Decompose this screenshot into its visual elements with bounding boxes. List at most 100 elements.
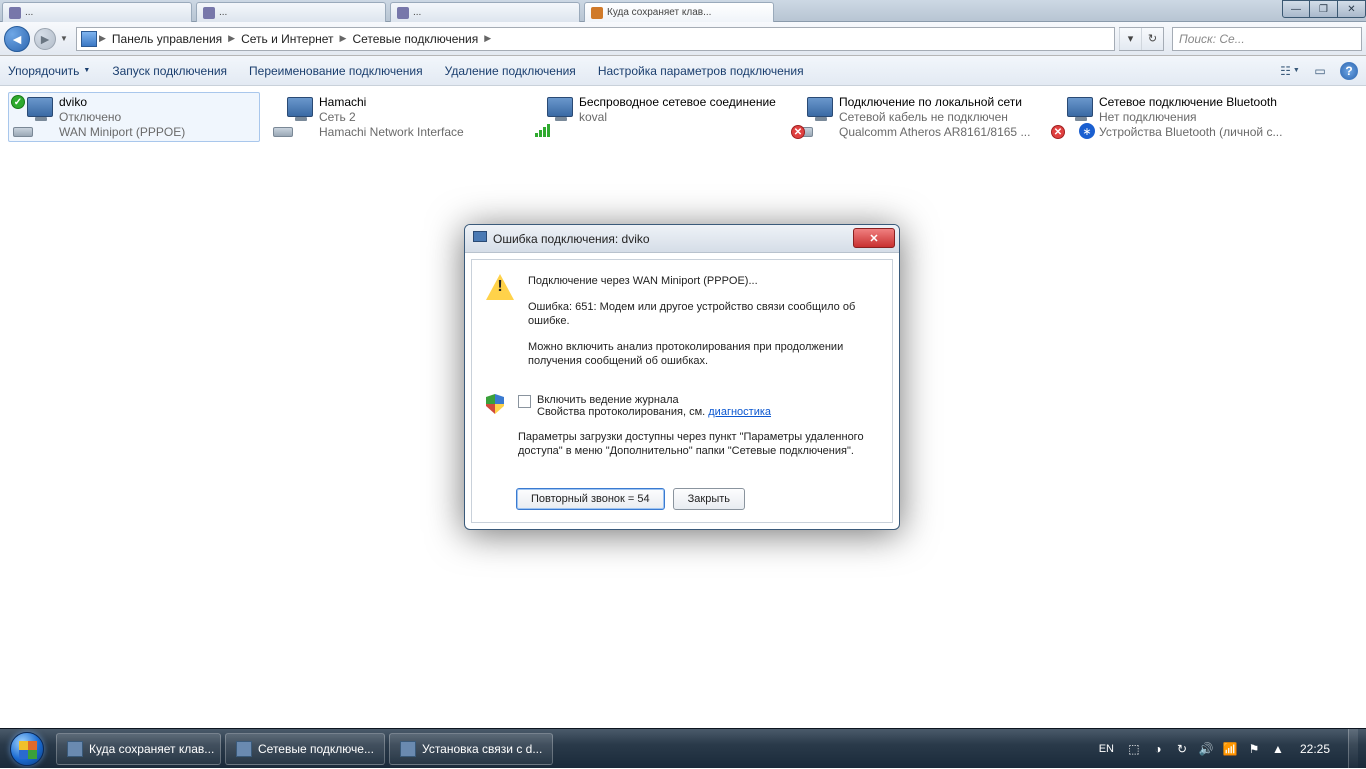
dialog-text: Подключение через WAN Miniport (PPPOE)..…: [528, 274, 878, 288]
dialog-text: Свойства протоколирования, см. диагности…: [537, 406, 771, 418]
window-close-button[interactable]: ✕: [1338, 0, 1366, 18]
connection-name: dviko: [59, 95, 185, 110]
help-button[interactable]: ?: [1340, 62, 1358, 80]
chevron-right-icon: ▶: [99, 33, 106, 44]
action-center-icon[interactable]: ⚑: [1246, 741, 1262, 757]
nav-back-button[interactable]: ◄: [4, 26, 30, 52]
connection-name: Сетевое подключение Bluetooth: [1099, 95, 1282, 110]
connection-status: Сетевой кабель не подключен: [839, 110, 1030, 125]
chevron-right-icon: ▶: [228, 33, 235, 44]
chevron-right-icon: ▶: [484, 33, 491, 44]
dialog-title: Ошибка подключения: dviko: [493, 232, 650, 246]
wifi-signal-icon: [535, 123, 555, 137]
enable-logging-checkbox[interactable]: [518, 395, 531, 408]
tab-favicon: [591, 7, 603, 19]
dialog-titlebar[interactable]: Ошибка подключения: dviko ✕: [465, 225, 899, 253]
connection-device: Qualcomm Atheros AR8161/8165 ...: [839, 125, 1030, 139]
search-input[interactable]: Поиск: Се...: [1172, 27, 1362, 51]
dialog-text: Ошибка: 651: Модем или другое устройство…: [528, 300, 878, 328]
connection-name: Беспроводное сетевое соединение: [579, 95, 776, 110]
connection-icon: ✕∗: [1051, 95, 1095, 139]
diagnostics-link[interactable]: диагностика: [708, 406, 771, 418]
taskbar-item[interactable]: Куда сохраняет клав...: [56, 733, 221, 765]
connection-name: Подключение по локальной сети: [839, 95, 1030, 110]
browser-tab[interactable]: ...: [390, 2, 580, 22]
status-error-icon: ✕: [791, 125, 805, 139]
connection-status: Нет подключения: [1099, 110, 1282, 125]
refresh-button[interactable]: ↻: [1141, 28, 1163, 50]
dialog-text: Параметры загрузки доступны через пункт …: [518, 430, 878, 458]
tab-favicon: [9, 7, 21, 19]
connection-device: Hamachi Network Interface: [319, 125, 464, 139]
bluetooth-icon: ∗: [1079, 123, 1095, 139]
preview-pane-button[interactable]: ▭: [1310, 61, 1330, 81]
tab-favicon: [397, 7, 409, 19]
address-bar[interactable]: ▶ Панель управления ▶ Сеть и Интернет ▶ …: [76, 27, 1115, 51]
connection-item-dviko[interactable]: ✓ dviko Отключено WAN Miniport (PPPOE): [8, 92, 260, 142]
breadcrumb[interactable]: Сеть и Интернет: [237, 30, 337, 48]
chevron-right-icon: ▶: [340, 33, 347, 44]
status-error-icon: ✕: [1051, 125, 1065, 139]
dialog-text: Можно включить анализ протоколирования п…: [528, 340, 878, 368]
show-desktop-button[interactable]: [1348, 729, 1358, 769]
shield-icon: [486, 394, 504, 414]
connection-icon: [531, 95, 575, 139]
taskbar-item[interactable]: Сетевые подключе...: [225, 733, 385, 765]
windows-orb-icon: [10, 732, 44, 766]
redial-button[interactable]: Повторный звонок = 54: [516, 488, 665, 510]
connection-name: Hamachi: [319, 95, 464, 110]
start-connection-button[interactable]: Запуск подключения: [112, 64, 227, 78]
explorer-toolbar: Упорядочить▼ Запуск подключения Переимен…: [0, 56, 1366, 86]
delete-connection-button[interactable]: Удаление подключения: [445, 64, 576, 78]
connection-item-hamachi[interactable]: Hamachi Сеть 2 Hamachi Network Interface: [268, 92, 520, 142]
app-icon: [400, 741, 416, 757]
start-button[interactable]: [0, 729, 54, 769]
connection-settings-button[interactable]: Настройка параметров подключения: [598, 64, 804, 78]
connection-device: WAN Miniport (PPPOE): [59, 125, 185, 139]
browser-tab[interactable]: Куда сохраняет клав...: [584, 2, 774, 22]
nav-history-dropdown[interactable]: ▼: [60, 34, 72, 43]
connections-pane: ✓ dviko Отключено WAN Miniport (PPPOE) H…: [0, 86, 1366, 148]
app-icon: [67, 741, 83, 757]
system-tray: EN ⬚ ◑ ↻ 🔊 📶 ⚑ ▲ 22:25: [1087, 729, 1366, 769]
connection-status: Сеть 2: [319, 110, 464, 125]
taskbar: Куда сохраняет клав... Сетевые подключе.…: [0, 728, 1366, 768]
view-options-button[interactable]: ☷▼: [1280, 61, 1300, 81]
network-icon: [81, 31, 97, 47]
volume-icon[interactable]: 🔊: [1198, 741, 1214, 757]
network-tray-icon[interactable]: 📶: [1222, 741, 1238, 757]
connection-item-lan[interactable]: ✕ Подключение по локальной сети Сетевой …: [788, 92, 1040, 142]
nav-forward-button[interactable]: ►: [34, 28, 56, 50]
close-button[interactable]: Закрыть: [673, 488, 745, 510]
tray-icon[interactable]: ⬚: [1126, 741, 1142, 757]
connection-icon: [271, 95, 315, 139]
clock[interactable]: 22:25: [1294, 742, 1336, 756]
connection-icon: ✕: [791, 95, 835, 139]
breadcrumb[interactable]: Панель управления: [108, 30, 226, 48]
breadcrumb[interactable]: Сетевые подключения: [348, 30, 482, 48]
connection-status: koval: [579, 110, 776, 125]
browser-tab-strip: ... ... ... Куда сохраняет клав... — ❐ ✕: [0, 0, 1366, 22]
window-minimize-button[interactable]: —: [1282, 0, 1310, 18]
address-dropdown-button[interactable]: ▾: [1119, 28, 1141, 50]
browser-tab[interactable]: ...: [2, 2, 192, 22]
tray-icon[interactable]: ◑: [1150, 741, 1166, 757]
tab-favicon: [203, 7, 215, 19]
status-ok-icon: ✓: [11, 95, 25, 109]
language-indicator[interactable]: EN: [1095, 741, 1118, 757]
explorer-nav-bar: ◄ ► ▼ ▶ Панель управления ▶ Сеть и Интер…: [0, 22, 1366, 56]
browser-tab[interactable]: ...: [196, 2, 386, 22]
window-maximize-button[interactable]: ❐: [1310, 0, 1338, 18]
tray-icon[interactable]: ↻: [1174, 741, 1190, 757]
organize-menu[interactable]: Упорядочить▼: [8, 64, 90, 78]
connection-status: Отключено: [59, 110, 185, 125]
connection-item-wifi[interactable]: Беспроводное сетевое соединение koval: [528, 92, 780, 142]
dialog-close-button[interactable]: ✕: [853, 228, 895, 248]
app-icon: [236, 741, 252, 757]
rename-connection-button[interactable]: Переименование подключения: [249, 64, 423, 78]
connection-device: Устройства Bluetooth (личной с...: [1099, 125, 1282, 139]
taskbar-item[interactable]: Установка связи с d...: [389, 733, 553, 765]
tray-icon[interactable]: ▲: [1270, 741, 1286, 757]
connection-item-bluetooth[interactable]: ✕∗ Сетевое подключение Bluetooth Нет под…: [1048, 92, 1300, 142]
error-dialog: Ошибка подключения: dviko ✕ Подключение …: [464, 224, 900, 530]
